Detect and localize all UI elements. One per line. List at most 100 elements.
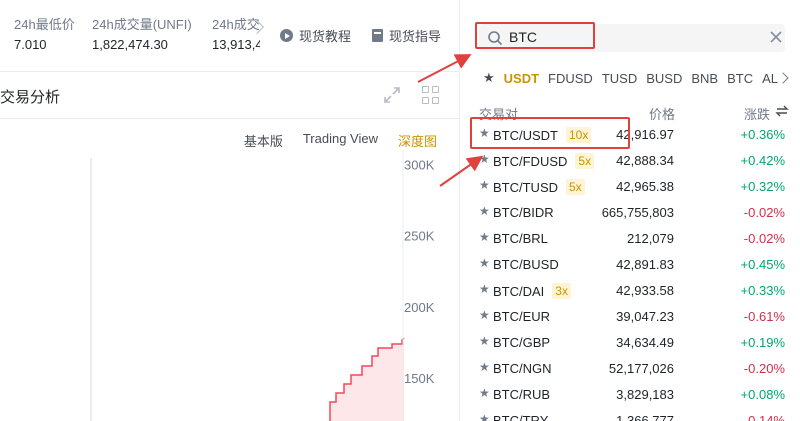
- pair-name: BTC/EUR: [493, 309, 551, 324]
- pair-cell: BTC/GBP: [493, 335, 550, 350]
- tab-busd[interactable]: BUSD: [646, 71, 682, 86]
- tab-usdt[interactable]: USDT: [504, 71, 539, 86]
- pair-cell: BTC/TRY: [493, 413, 548, 421]
- pair-name: BTC/GBP: [493, 335, 551, 350]
- tab-tusd[interactable]: TUSD: [602, 71, 637, 86]
- price-cell: 1,366,777: [616, 413, 674, 421]
- pair-name: BTC/TUSD: [493, 179, 558, 195]
- tab-depth[interactable]: 深度图: [398, 131, 437, 150]
- change-cell: +0.45%: [740, 257, 785, 272]
- trading-analysis-panel: 24h最低价 7.010 24h成交量(UNFI) 1,822,474.30 2…: [0, 0, 460, 421]
- pair-cell: BTC/EUR: [493, 309, 550, 324]
- stat-24h-volume: 24h成交量(UNFI) 1,822,474.30: [92, 14, 192, 52]
- stat-value: 1,822,474.30: [92, 37, 168, 52]
- spot-tutorial-link[interactable]: 现货教程: [280, 26, 351, 45]
- star-icon[interactable]: ★: [479, 230, 490, 244]
- market-row[interactable]: ★ BTC/BRL 212,079 -0.02%: [461, 226, 800, 252]
- column-header-price[interactable]: 价格: [649, 104, 675, 123]
- pair-name: BTC/RUB: [493, 387, 551, 402]
- market-row[interactable]: ★ BTC/BIDR 665,755,803 -0.02%: [461, 200, 800, 226]
- price-cell: 42,933.58: [616, 283, 674, 298]
- market-row[interactable]: ★ BTC/FDUSD 5x 42,888.34 +0.42%: [461, 148, 800, 174]
- leverage-badge: 5x: [566, 179, 585, 195]
- pair-name: BTC/BIDR: [493, 205, 554, 220]
- change-cell: -0.61%: [743, 309, 785, 324]
- y-tick-label: 250K: [404, 229, 435, 244]
- change-cell: +0.33%: [740, 283, 785, 298]
- market-row[interactable]: ★ BTC/NGN 52,177,026 -0.20%: [461, 356, 800, 382]
- expand-icon[interactable]: [383, 86, 401, 104]
- star-icon[interactable]: ★: [479, 204, 490, 218]
- price-cell: 42,888.34: [616, 153, 674, 168]
- tab-btc[interactable]: BTC: [727, 71, 753, 86]
- book-icon: [372, 29, 383, 42]
- stat-label: 24h成交量(UNFI): [92, 17, 192, 32]
- pair-name: BTC/BRL: [493, 231, 548, 246]
- spot-tutorial-label: 现货教程: [299, 29, 352, 44]
- star-icon[interactable]: ★: [479, 152, 490, 166]
- panel-title: 交易分析: [0, 89, 61, 106]
- tab-al[interactable]: AL: [762, 71, 778, 86]
- market-row[interactable]: ★ BTC/GBP 34,634.49 +0.19%: [461, 330, 800, 356]
- pair-name: BTC/BUSD: [493, 257, 559, 272]
- pair-cell: BTC/RUB: [493, 387, 550, 402]
- star-icon[interactable]: ★: [479, 412, 490, 421]
- price-cell: 42,965.38: [616, 179, 674, 194]
- change-cell: +0.42%: [740, 153, 785, 168]
- change-cell: +0.32%: [740, 179, 785, 194]
- star-icon[interactable]: ★: [479, 256, 490, 270]
- pair-cell: BTC/DAI 3x: [493, 283, 571, 299]
- market-row[interactable]: ★ BTC/DAI 3x 42,933.58 +0.33%: [461, 278, 800, 304]
- pair-cell: BTC/BIDR: [493, 205, 554, 220]
- y-tick-label: 200K: [404, 300, 435, 315]
- market-row[interactable]: ★ BTC/RUB 3,829,183 +0.08%: [461, 382, 800, 408]
- star-icon[interactable]: ★: [479, 282, 490, 296]
- market-row[interactable]: ★ BTC/TRY 1,366,777 -0.14%: [461, 408, 800, 421]
- market-row[interactable]: ★ BTC/TUSD 5x 42,965.38 +0.32%: [461, 174, 800, 200]
- price-cell: 42,891.83: [616, 257, 674, 272]
- price-cell: 52,177,026: [608, 361, 674, 376]
- tab-basic[interactable]: 基本版: [244, 131, 283, 150]
- grid-layout-icon[interactable]: [422, 86, 440, 104]
- tab-bnb[interactable]: BNB: [691, 71, 718, 86]
- depth-area-fill: [330, 338, 404, 421]
- tab-tradingview[interactable]: Trading View: [303, 131, 378, 150]
- star-icon[interactable]: ★: [479, 334, 490, 348]
- price-cell: 34,634.49: [616, 335, 674, 350]
- play-icon: [280, 29, 293, 42]
- leverage-badge: 3x: [552, 283, 571, 299]
- chart-view-tabs: 基本版 Trading View 深度图: [244, 131, 437, 150]
- y-tick-label: 300K: [404, 157, 435, 172]
- row-highlight-box: [470, 117, 630, 149]
- stat-24h-low: 24h最低价 7.010: [14, 14, 75, 52]
- spot-guide-label: 现货指导: [389, 29, 442, 44]
- close-icon[interactable]: [769, 30, 783, 44]
- star-icon[interactable]: ★: [483, 70, 495, 86]
- star-icon[interactable]: ★: [479, 360, 490, 374]
- column-header-change[interactable]: 涨跌: [744, 104, 770, 123]
- price-cell: 39,047.23: [616, 309, 674, 324]
- star-icon[interactable]: ★: [479, 178, 490, 192]
- depth-area: [329, 337, 405, 421]
- pair-cell: BTC/BRL: [493, 231, 548, 246]
- price-cell: 212,079: [627, 231, 674, 246]
- ticker-stats-bar: 24h最低价 7.010 24h成交量(UNFI) 1,822,474.30 2…: [0, 0, 459, 72]
- chevron-right-icon[interactable]: [777, 72, 789, 84]
- pair-name: BTC/NGN: [493, 361, 552, 376]
- spot-guide-link[interactable]: 现货指导: [372, 26, 441, 45]
- pair-cell: BTC/NGN: [493, 361, 552, 376]
- tab-fdusd[interactable]: FDUSD: [548, 71, 593, 86]
- price-cell: 3,829,183: [616, 387, 674, 402]
- swap-icon[interactable]: [775, 104, 789, 118]
- depth-chart: 300K 250K 200K 150K: [90, 150, 435, 421]
- star-icon[interactable]: ★: [479, 386, 490, 400]
- market-row[interactable]: ★ BTC/BUSD 42,891.83 +0.45%: [461, 252, 800, 278]
- pair-name: BTC/FDUSD: [493, 153, 568, 169]
- change-cell: +0.36%: [740, 127, 785, 142]
- star-icon[interactable]: ★: [479, 308, 490, 322]
- change-cell: -0.02%: [743, 231, 785, 246]
- stat-value: 7.010: [14, 37, 47, 52]
- stat-label: 24h最低价: [14, 17, 75, 32]
- market-row[interactable]: ★ BTC/EUR 39,047.23 -0.61%: [461, 304, 800, 330]
- pair-cell: BTC/FDUSD 5x: [493, 153, 595, 169]
